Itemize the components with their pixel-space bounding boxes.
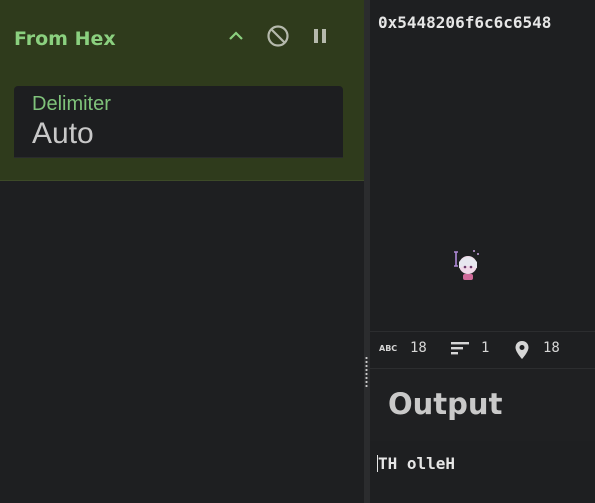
chevron-up-icon[interactable] (222, 22, 250, 50)
delimiter-label: Delimiter (32, 93, 111, 115)
output-text[interactable]: TH olleH (378, 454, 455, 473)
pause-icon[interactable] (306, 22, 334, 50)
output-title: Output (388, 387, 503, 421)
cursor-sticker-icon (454, 250, 479, 280)
input-text[interactable]: 0x5448206f6c6c6548 (378, 13, 551, 32)
location-pin-icon (514, 340, 530, 364)
input-length: 18 (410, 340, 427, 356)
input-status-bar: ABC 18 1 18 (370, 331, 595, 364)
from-hex-operation: From Hex Delimiter Auto (0, 0, 364, 181)
cursor-position: 18 (543, 340, 560, 356)
output-header: Output (370, 368, 595, 442)
input-area[interactable]: 0x5448206f6c6c6548 (370, 0, 595, 330)
input-line-count: 1 (481, 340, 490, 356)
operation-title: From Hex (14, 28, 116, 50)
abc-icon: ABC (379, 344, 398, 353)
lines-icon (450, 340, 470, 360)
delimiter-field[interactable]: Delimiter Auto (14, 86, 343, 158)
output-area[interactable]: TH olleH (370, 441, 595, 503)
drag-handle-icon[interactable] (365, 356, 368, 388)
recipe-pane: From Hex Delimiter Auto (0, 0, 364, 503)
delimiter-value[interactable]: Auto (32, 117, 94, 151)
disable-icon[interactable] (264, 22, 292, 50)
